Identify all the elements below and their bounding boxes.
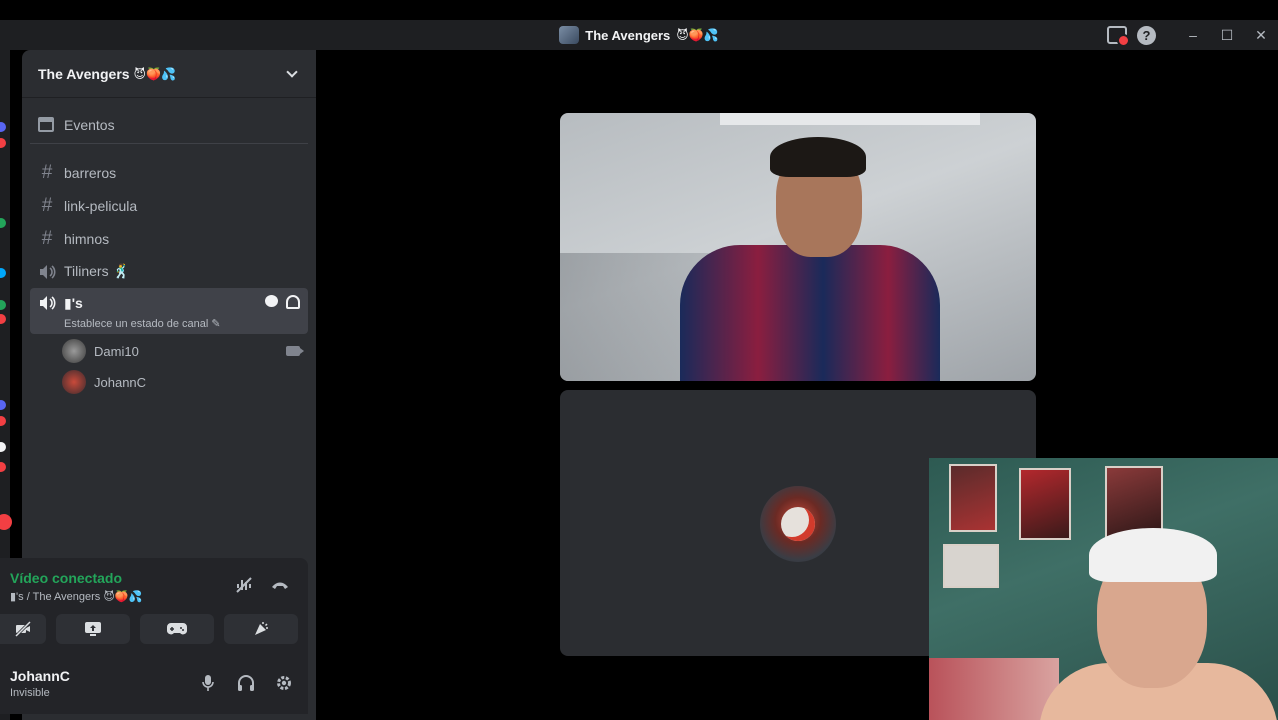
avatar — [62, 370, 86, 394]
notification-badge — [0, 138, 6, 148]
title-bar: The Avengers 😈🍑💦 ? – ☐ ✕ — [0, 20, 1278, 50]
server-icon[interactable] — [0, 400, 6, 410]
channel-status-prompt[interactable]: Establece un estado de canal ✎ — [64, 317, 221, 330]
person-hair — [770, 137, 866, 177]
channel-active-voice[interactable]: ▮'s Establece un estado de canal ✎ — [30, 288, 308, 334]
server-header[interactable]: The Avengers 😈🍑💦 — [22, 50, 316, 98]
chat-bubble-icon[interactable] — [265, 295, 278, 307]
server-icon[interactable] — [0, 300, 6, 310]
channel-name: himnos — [64, 230, 110, 247]
events-label: Eventos — [64, 116, 115, 133]
camera-icon — [286, 346, 304, 356]
headphones-icon[interactable] — [236, 673, 256, 693]
active-channel-info: ▮'s Establece un estado de canal ✎ — [64, 295, 221, 330]
window-controls: ? – ☐ ✕ — [1107, 20, 1278, 50]
hash-icon: # — [41, 195, 53, 216]
voice-user-johannc[interactable]: JohannC — [62, 368, 308, 396]
voice-panel-buttons — [0, 614, 298, 644]
hash-icon: # — [41, 228, 53, 249]
minimize-button[interactable]: – — [1176, 20, 1210, 50]
help-icon[interactable]: ? — [1137, 25, 1156, 45]
server-icon — [559, 26, 580, 44]
chevron-down-icon[interactable] — [286, 65, 298, 78]
channel-tiliners[interactable]: Tiliners 🕺 — [30, 255, 308, 288]
channel-name: link-pelicula — [64, 197, 138, 214]
user-controls — [198, 673, 294, 693]
channel-himnos[interactable]: # himnos — [30, 222, 308, 255]
server-icon[interactable] — [0, 268, 6, 278]
wall-poster — [1019, 468, 1071, 540]
invite-user-icon[interactable] — [286, 295, 300, 309]
avatar-image — [781, 507, 815, 541]
voice-location[interactable]: ▮'s / The Avengers 😈🍑💦 — [10, 590, 142, 603]
server-name: The Avengers 😈🍑💦 — [38, 66, 176, 82]
server-icon[interactable] — [0, 218, 6, 228]
person-cap — [1089, 528, 1217, 582]
voice-user-name: Dami10 — [94, 343, 139, 359]
channel-actions — [265, 295, 300, 309]
channel-barreros[interactable]: # barreros — [30, 156, 308, 189]
title-emojis: 😈🍑💦 — [676, 28, 719, 42]
voice-user-name: JohannC — [94, 374, 147, 390]
screen-share-button[interactable] — [56, 614, 130, 644]
calendar-icon — [38, 117, 54, 132]
voice-connection-panel: Vídeo conectado ▮'s / The Avengers 😈🍑💦 — [0, 558, 308, 658]
server-name-emojis: 😈🍑💦 — [133, 66, 176, 81]
speaker-icon — [38, 295, 56, 311]
activities-button[interactable] — [140, 614, 214, 644]
pip-webcam-overlay — [929, 458, 1278, 720]
hash-icon: # — [41, 162, 53, 183]
user-panel: JohannC Invisible — [0, 658, 308, 714]
channel-link-pelicula[interactable]: # link-pelicula — [30, 189, 308, 222]
avatar — [62, 339, 86, 363]
server-icon[interactable] — [0, 442, 6, 452]
events-item[interactable]: Eventos — [30, 106, 308, 144]
channel-name: barreros — [64, 164, 117, 181]
notification-badge — [0, 314, 6, 324]
background-shelf — [720, 113, 980, 125]
wall-poster — [949, 464, 997, 532]
user-status: Invisible — [10, 687, 50, 699]
inbox-icon[interactable] — [1107, 26, 1130, 47]
voice-status[interactable]: Vídeo conectado — [10, 570, 122, 586]
person-body — [680, 245, 940, 381]
channel-list: # barreros # link-pelicula # himnos Tili… — [22, 156, 316, 396]
bed — [929, 658, 1059, 720]
video-tile-dami10[interactable] — [560, 113, 1036, 381]
wall-frame — [943, 544, 999, 588]
camera-off-button[interactable] — [0, 614, 46, 644]
channel-name: Tiliners 🕺 — [64, 263, 130, 279]
avatar — [760, 486, 836, 562]
gear-icon[interactable] — [274, 673, 294, 693]
username[interactable]: JohannC — [10, 668, 70, 684]
window-title: The Avengers 😈🍑💦 — [559, 26, 719, 44]
notification-badge — [0, 462, 6, 472]
voice-panel-icons — [234, 576, 290, 594]
microphone-icon[interactable] — [198, 673, 218, 693]
soundboard-button[interactable] — [224, 614, 298, 644]
active-channel-name: ▮'s — [64, 295, 83, 311]
voice-user-dami10[interactable]: Dami10 — [62, 337, 308, 365]
server-name-text: The Avengers — [38, 65, 130, 82]
notification-badge — [0, 416, 6, 426]
noise-suppression-icon[interactable] — [234, 576, 254, 594]
window-title-text: The Avengers — [585, 27, 671, 43]
close-button[interactable]: ✕ — [1244, 20, 1278, 50]
notification-badge — [0, 514, 12, 530]
speaker-icon — [38, 264, 56, 280]
maximize-button[interactable]: ☐ — [1210, 20, 1244, 50]
server-icon[interactable] — [0, 122, 6, 132]
disconnect-icon[interactable] — [270, 576, 290, 594]
